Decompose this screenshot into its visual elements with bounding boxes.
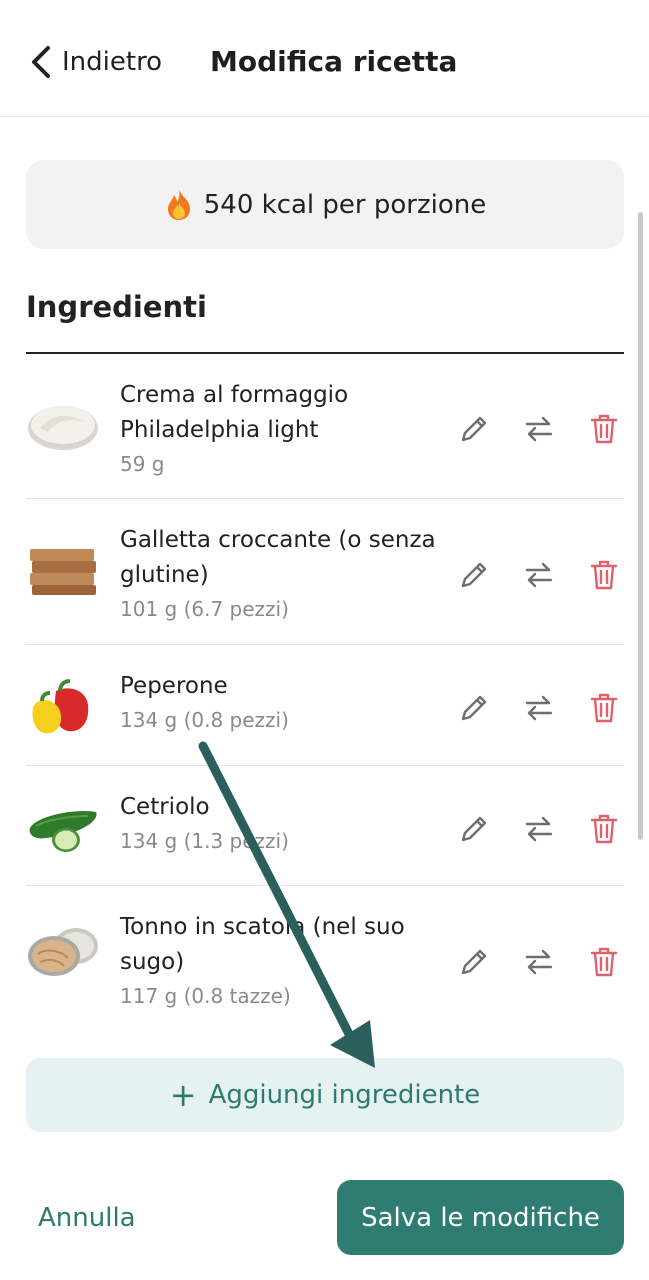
cancel-button[interactable]: Annulla (38, 1203, 136, 1233)
swap-button[interactable] (519, 809, 559, 849)
header: Indietro Modifica ricetta (0, 0, 649, 117)
swap-icon (525, 562, 553, 588)
kcal-summary: 540 kcal per porzione (26, 160, 624, 249)
edit-button[interactable] (454, 688, 494, 728)
ingredients-heading: Ingredienti (26, 290, 207, 324)
add-ingredient-label: Aggiungi ingrediente (208, 1080, 481, 1110)
pencil-icon (461, 562, 487, 588)
row-actions (454, 409, 624, 449)
back-label: Indietro (62, 47, 163, 77)
ingredient-row: Peperone 134 g (0.8 pezzi) (26, 645, 624, 766)
cream-cheese-image (28, 406, 98, 450)
edit-button[interactable] (454, 555, 494, 595)
row-actions (454, 555, 624, 595)
ingredient-row: Crema al formaggio Philadelphia light 59… (26, 354, 624, 499)
ingredient-name: Crema al formaggio Philadelphia light (120, 382, 349, 443)
delete-button[interactable] (584, 555, 624, 595)
swap-icon (525, 816, 553, 842)
swap-icon (525, 695, 553, 721)
delete-button[interactable] (584, 409, 624, 449)
footer-bar: Annulla Salva le modifiche (0, 1155, 649, 1280)
row-actions (454, 809, 624, 849)
plus-icon: + (169, 1076, 197, 1114)
ingredient-row: Galletta croccante (o senza glutine) 101… (26, 499, 624, 645)
crispbread-image (30, 549, 96, 595)
pencil-icon (461, 949, 487, 975)
ingredient-qty: 59 g (120, 452, 165, 476)
ingredient-row: Tonno in scatola (nel suo sugo) 117 g (0… (26, 886, 624, 1031)
swap-button[interactable] (519, 688, 559, 728)
ingredient-name: Tonno in scatola (nel suo sugo) (120, 914, 405, 975)
ingredient-name: Peperone (120, 673, 228, 699)
ingredient-row: Cetriolo 134 g (1.3 pezzi) (26, 766, 624, 886)
swap-icon (525, 416, 553, 442)
chevron-left-icon (32, 46, 50, 78)
swap-icon (525, 949, 553, 975)
edit-button[interactable] (454, 809, 494, 849)
trash-icon (590, 693, 618, 723)
swap-button[interactable] (519, 409, 559, 449)
ingredient-qty: 101 g (6.7 pezzi) (120, 597, 289, 621)
pencil-icon (461, 416, 487, 442)
fire-icon (167, 189, 190, 220)
bell-pepper-image (32, 679, 89, 734)
edit-button[interactable] (454, 409, 494, 449)
page-title: Modifica ricetta (210, 45, 458, 78)
ingredient-name: Galletta croccante (o senza glutine) (120, 527, 436, 588)
save-button[interactable]: Salva le modifiche (337, 1180, 624, 1255)
delete-button[interactable] (584, 809, 624, 849)
pencil-icon (461, 816, 487, 842)
trash-icon (590, 814, 618, 844)
ingredient-name: Cetriolo (120, 794, 210, 820)
delete-button[interactable] (584, 688, 624, 728)
trash-icon (590, 414, 618, 444)
row-actions (454, 688, 624, 728)
cucumber-image (29, 810, 97, 852)
trash-icon (590, 560, 618, 590)
edit-button[interactable] (454, 942, 494, 982)
canned-tuna-image (28, 928, 98, 976)
scrollbar[interactable] (638, 212, 643, 840)
back-button[interactable]: Indietro (28, 40, 162, 84)
ingredient-qty: 117 g (0.8 tazze) (120, 984, 291, 1008)
trash-icon (590, 947, 618, 977)
row-actions (454, 942, 624, 982)
ingredient-qty: 134 g (1.3 pezzi) (120, 829, 289, 853)
kcal-text: 540 kcal per porzione (203, 189, 487, 220)
delete-button[interactable] (584, 942, 624, 982)
add-ingredient-button[interactable]: + Aggiungi ingrediente (26, 1058, 624, 1132)
swap-button[interactable] (519, 942, 559, 982)
pencil-icon (461, 695, 487, 721)
ingredient-qty: 134 g (0.8 pezzi) (120, 708, 289, 732)
swap-button[interactable] (519, 555, 559, 595)
